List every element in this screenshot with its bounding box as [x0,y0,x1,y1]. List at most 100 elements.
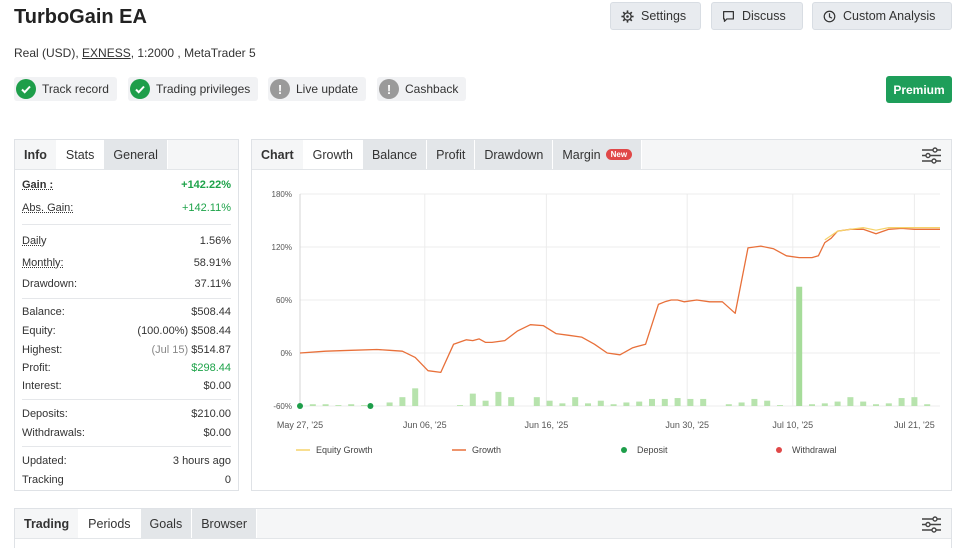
chart-bar [751,398,758,406]
chart-bar [559,403,566,406]
tab-profit[interactable]: Profit [427,140,476,169]
trading-panel: Trading Periods Goals Browser [14,508,952,548]
tab-stats[interactable]: Stats [56,140,105,169]
tab-goals[interactable]: Goals [140,509,193,538]
stat-updated: Updated: 3 hours ago [22,452,231,470]
chart-panel: Chart Growth Balance Profit Drawdown Mar… [251,139,952,491]
chart-bar [386,402,393,406]
divider [22,399,231,400]
stat-withdrawals: Withdrawals: $0.00 [22,424,231,442]
chart-tabs: Chart Growth Balance Profit Drawdown Mar… [252,140,951,170]
stat-value: 37.11% [194,278,232,290]
chart-bar [649,398,655,406]
filter-settings-icon[interactable] [922,147,941,164]
stat-value-group: (100.00%) $508.44 [137,325,231,337]
stat-value: $210.00 [191,408,231,420]
settings-button[interactable]: Settings [610,2,701,30]
chart-bar [322,404,329,406]
stat-value: 3 hours ago [172,455,231,467]
chart-bar [508,397,515,406]
stat-label[interactable]: Abs. Gain: [22,202,73,214]
gear-icon [621,9,634,23]
chart-bar [572,397,579,406]
stat-label: Deposits: [22,408,68,420]
x-tick-label: Jul 21, '25 [894,420,935,430]
tab-trading[interactable]: Trading [15,509,80,538]
x-tick-label: Jun 30, '25 [665,420,709,430]
filter-settings-icon[interactable] [922,516,941,533]
chart-bar [674,398,681,406]
page-title: TurboGain EA [14,6,147,28]
chart-bar [636,401,643,406]
stat-value: $508.44 [191,325,231,337]
tab-margin[interactable]: Margin New [553,140,643,169]
x-tick-label: May 27, '25 [277,420,323,430]
chart-bar [873,404,879,406]
chart-bar [796,286,803,406]
new-badge: New [605,149,633,160]
stat-label: Updated: [22,455,67,467]
badge-track-record[interactable]: Track record [14,77,117,101]
stat-deposits: Deposits: $210.00 [22,405,231,423]
growth-chart: 180% 120% 60% 0% -60% May 27, '25 Jun 06, '25 J… [272,190,940,455]
stat-drawdown: Drawdown: 37.11% [22,275,231,293]
broker-link[interactable]: EXNESS [82,46,131,60]
tab-drawdown[interactable]: Drawdown [475,140,554,169]
chart-bar [597,400,604,406]
stat-label[interactable]: Monthly: [22,257,64,269]
tab-chart[interactable]: Chart [252,140,304,169]
tab-info[interactable]: Info [15,140,57,169]
badge-live-update[interactable]: ! Live update [268,77,367,101]
stat-label[interactable]: Gain : [22,179,53,191]
chart-bar [457,405,463,406]
chart-bar [821,403,828,406]
stat-label: Profit: [22,362,51,374]
chart-bar [725,404,732,406]
tab-periods[interactable]: Periods [79,509,141,538]
stat-equity: Equity: (100.00%) $508.44 [22,322,231,340]
stat-label: Drawdown: [22,278,78,290]
x-tick-label: Jul 10, '25 [772,420,813,430]
tab-growth[interactable]: Growth [303,140,363,169]
chart-bar [469,393,476,406]
stat-daily: Daily 1.56% [22,232,231,250]
stat-label: Interest: [22,380,62,392]
discuss-button[interactable]: Discuss [711,2,803,30]
chart-bar [348,404,355,406]
discuss-label: Discuss [742,9,786,23]
stat-highest: Highest: (Jul 15) $514.87 [22,341,231,359]
chart-bar [309,404,316,406]
deposit-marker [367,403,374,409]
badge-label: Trading privileges [156,82,251,96]
trading-tabs: Trading Periods Goals Browser [15,509,951,539]
badge-label: Cashback [405,82,459,96]
chart-bar [924,404,931,406]
chart-bar [623,402,630,406]
stat-value: 0 [224,474,231,486]
tab-balance[interactable]: Balance [362,140,428,169]
stat-abs-gain: Abs. Gain: +142.11% [22,199,231,217]
check-icon [16,79,36,99]
chart-bar [412,388,419,406]
premium-button[interactable]: Premium [886,76,952,103]
exclamation-icon: ! [379,79,399,99]
tab-browser[interactable]: Browser [192,509,258,538]
chart-bar [399,397,406,406]
clock-icon [823,10,836,22]
stat-value: $0.00 [203,427,231,439]
badge-cashback[interactable]: ! Cashback [377,77,467,101]
stat-label[interactable]: Daily [22,235,46,247]
y-tick-label: -60% [273,402,292,411]
tab-general[interactable]: General [104,140,168,169]
exclamation-icon: ! [270,79,290,99]
legend-dot-swatch [621,447,627,453]
check-icon [130,79,150,99]
chart-bar [847,397,854,406]
chat-icon [723,10,734,22]
stat-value: +142.22% [181,179,231,191]
x-tick-label: Jun 06, '25 [403,420,447,430]
badge-trading-privileges[interactable]: Trading privileges [128,77,259,101]
chart-bar [533,397,540,406]
custom-analysis-button[interactable]: Custom Analysis [812,2,952,30]
chart-bar [585,403,591,406]
